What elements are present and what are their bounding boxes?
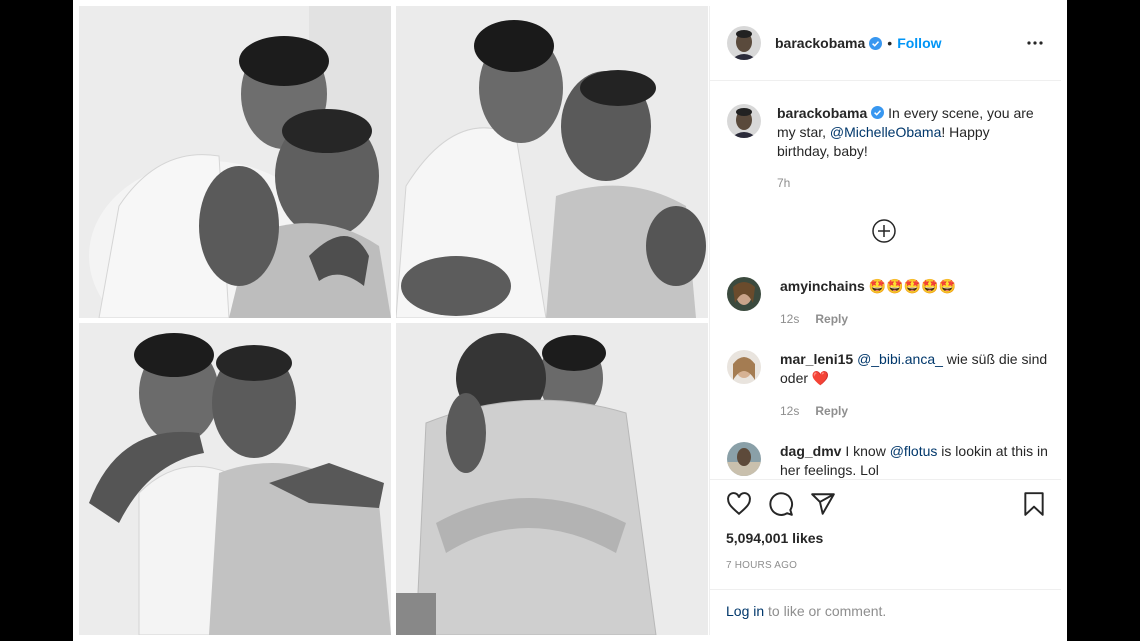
post-actions: 5,094,001 likes 7 HOURS AGO	[710, 479, 1061, 571]
caption-avatar-image	[727, 104, 761, 138]
post-header: barackobama • Follow	[710, 6, 1061, 81]
commenter-avatar-image	[727, 277, 761, 311]
reply-button[interactable]: Reply	[815, 312, 848, 326]
comment-timestamp[interactable]: 12s	[780, 312, 799, 326]
author-avatar[interactable]	[727, 26, 761, 60]
post-caption: barackobama In every scene, you are my s…	[710, 82, 1061, 193]
share-icon[interactable]	[810, 491, 836, 517]
comments-list[interactable]: barackobama In every scene, you are my s…	[710, 82, 1061, 478]
verified-badge-icon	[871, 106, 885, 119]
caption-username[interactable]: barackobama	[777, 105, 867, 121]
bookmark-icon[interactable]	[1021, 491, 1047, 517]
more-icon[interactable]	[1023, 31, 1047, 55]
comment-username[interactable]: dag_dmv	[780, 443, 841, 459]
photo-panel-4	[396, 323, 708, 635]
reply-button[interactable]: Reply	[815, 404, 848, 418]
commenter-avatar-image	[727, 350, 761, 384]
verified-badge-icon	[869, 36, 883, 50]
comment-item: mar_leni15 @_bibi.anca_ wie süß die sind…	[727, 350, 1050, 421]
comment-text: 🤩🤩🤩🤩🤩	[868, 278, 956, 294]
commenter-avatar-image	[727, 442, 761, 476]
comment-body: dag_dmv I know @flotus is lookin at this…	[780, 442, 1050, 478]
photo-panel-1	[79, 6, 391, 318]
caption-body: barackobama In every scene, you are my s…	[777, 104, 1039, 193]
follow-button[interactable]: Follow	[897, 35, 941, 51]
comment-mention-link[interactable]: @_bibi.anca_	[857, 351, 943, 367]
login-prompt-text: to like or comment.	[764, 603, 887, 619]
instagram-post: barackobama • Follow barackobama In ever…	[73, 0, 1067, 641]
comment-timestamp[interactable]: 12s	[780, 404, 799, 418]
comment-body: mar_leni15 @_bibi.anca_ wie süß die sind…	[780, 350, 1050, 421]
commenter-avatar[interactable]	[727, 277, 761, 311]
comment-body: amyinchains 🤩🤩🤩🤩🤩 12s Reply	[780, 277, 1050, 329]
comment-item: amyinchains 🤩🤩🤩🤩🤩 12s Reply	[727, 277, 1050, 329]
author-username[interactable]: barackobama	[775, 35, 865, 51]
login-link[interactable]: Log in	[726, 603, 764, 619]
comment-meta: 12s Reply	[780, 310, 1050, 329]
commenter-avatar[interactable]	[727, 350, 761, 384]
heart-icon[interactable]	[726, 491, 752, 517]
post-side-panel: barackobama • Follow barackobama In ever…	[709, 6, 1061, 635]
comment-meta: 12s Reply	[780, 402, 1050, 421]
photo-embrace-image	[396, 323, 708, 635]
photo-peace-sign-image	[79, 323, 391, 635]
comment-text-pre: I know	[845, 443, 890, 459]
separator-dot: •	[887, 35, 893, 51]
comment-username[interactable]: amyinchains	[780, 278, 865, 294]
post-photo[interactable]	[79, 6, 708, 635]
heart-emoji: ❤️	[811, 370, 830, 386]
caption-mention-link[interactable]: @MichelleObama	[830, 124, 941, 140]
photo-panel-2	[396, 6, 708, 318]
photo-panel-3	[79, 323, 391, 635]
comment-username[interactable]: mar_leni15	[780, 351, 853, 367]
caption-timestamp[interactable]: 7h	[777, 174, 1039, 193]
comment-icon[interactable]	[768, 491, 794, 517]
commenter-avatar[interactable]	[727, 442, 761, 476]
author-line: barackobama • Follow	[775, 35, 1023, 51]
comment-mention-link[interactable]: @flotus	[890, 443, 938, 459]
photo-kiss-image	[396, 6, 708, 318]
likes-count[interactable]: 5,094,001 likes	[726, 530, 1047, 546]
load-more-comments-icon[interactable]	[871, 218, 897, 244]
comment-item: dag_dmv I know @flotus is lookin at this…	[727, 442, 1050, 478]
caption-avatar[interactable]	[727, 104, 761, 138]
photo-hug-image	[79, 6, 391, 318]
action-icons	[726, 480, 1047, 528]
avatar-image	[727, 26, 761, 60]
login-prompt: Log in to like or comment.	[710, 589, 1061, 632]
post-age[interactable]: 7 HOURS AGO	[726, 560, 1047, 571]
